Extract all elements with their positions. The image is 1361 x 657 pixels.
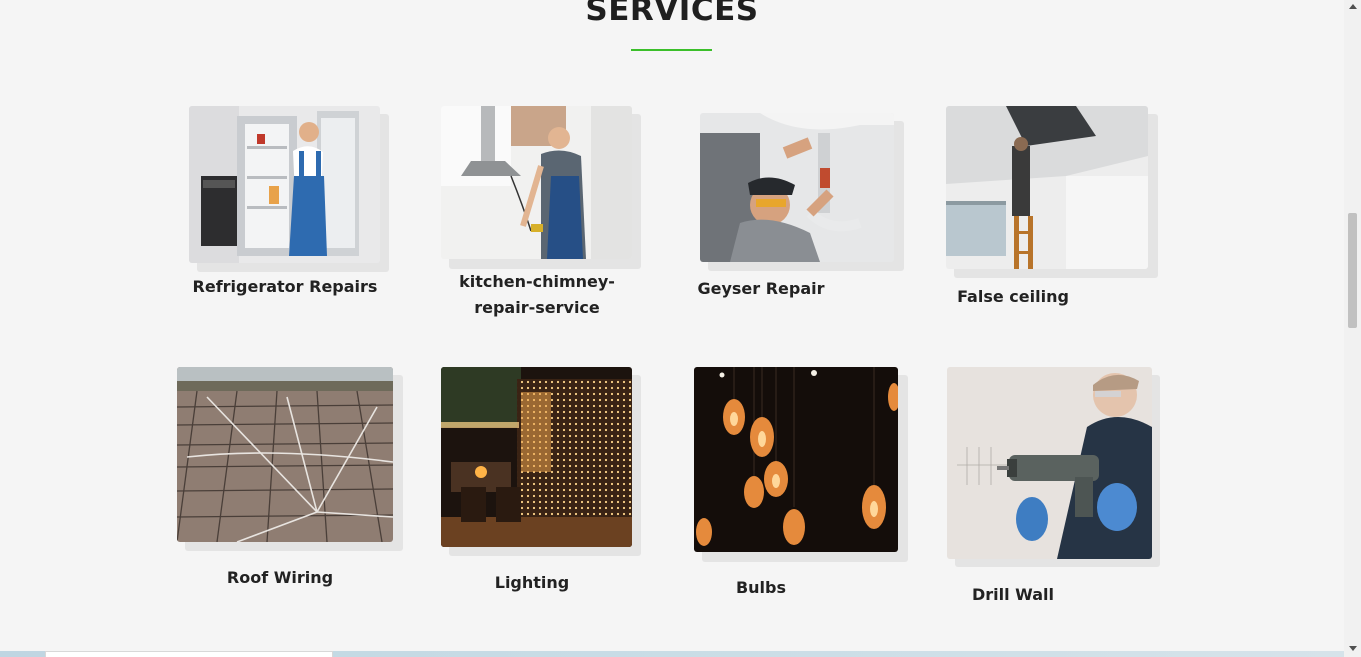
scroll-down-icon[interactable] — [1349, 646, 1357, 651]
service-label[interactable]: Geyser Repair — [697, 276, 825, 302]
scroll-up-icon[interactable] — [1349, 4, 1357, 9]
section-title: SERVICES — [585, 0, 759, 28]
service-label[interactable]: Refrigerator Repairs — [185, 274, 385, 300]
scroll-thumb[interactable] — [1348, 213, 1357, 328]
roof-wiring-image[interactable] — [177, 367, 393, 542]
title-underline — [631, 49, 712, 51]
services-page: SERVICES Refrigerator Repairs kitchen-ch… — [0, 0, 1361, 657]
refrigerator-repair-image[interactable] — [189, 106, 380, 263]
lighting-image[interactable] — [441, 367, 632, 547]
service-label[interactable]: False ceiling — [952, 284, 1074, 310]
next-section-box — [45, 651, 333, 657]
false-ceiling-image[interactable] — [946, 106, 1148, 269]
drill-wall-image[interactable] — [947, 367, 1152, 559]
vertical-scrollbar[interactable] — [1344, 0, 1361, 657]
bulbs-image[interactable] — [694, 367, 898, 552]
kitchen-chimney-repair-image[interactable] — [441, 106, 632, 259]
service-label[interactable]: kitchen-chimney-repair-service — [437, 269, 637, 321]
geyser-repair-image[interactable] — [700, 113, 894, 262]
service-label[interactable]: Roof Wiring — [222, 565, 338, 591]
service-label[interactable]: Lighting — [485, 570, 579, 596]
service-label[interactable]: Drill Wall — [963, 582, 1063, 608]
service-label[interactable]: Bulbs — [722, 575, 800, 601]
